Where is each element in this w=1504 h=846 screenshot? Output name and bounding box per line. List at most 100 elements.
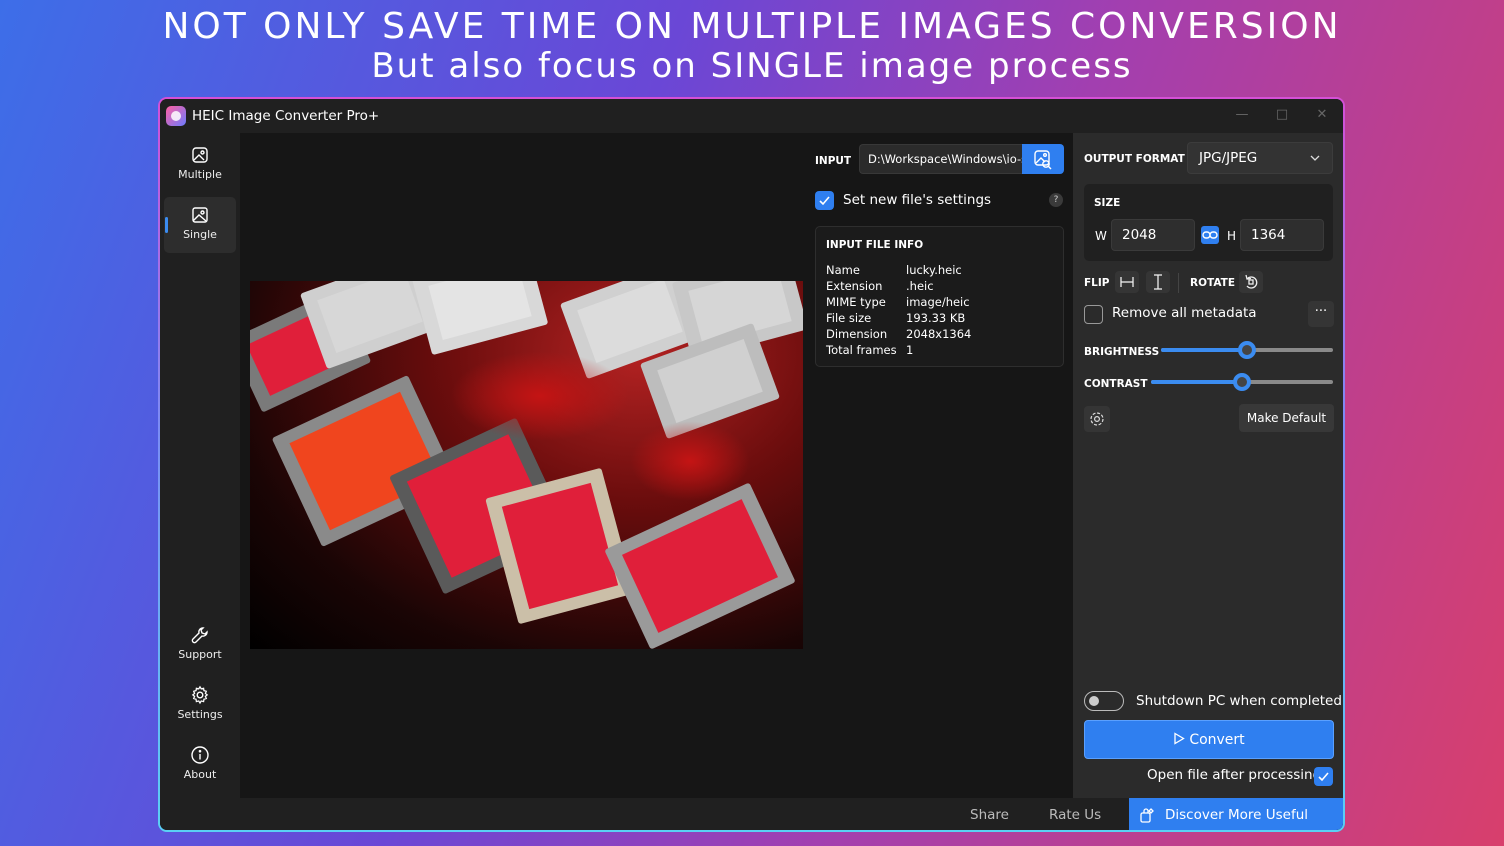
width-input[interactable]: 2048 bbox=[1111, 219, 1195, 251]
active-indicator bbox=[165, 217, 168, 233]
file-info-key: Name bbox=[826, 263, 860, 277]
link-icon bbox=[1202, 231, 1218, 239]
aspect-lock-button[interactable] bbox=[1201, 226, 1219, 244]
brightness-slider-fill bbox=[1161, 348, 1247, 352]
close-button[interactable]: ✕ bbox=[1302, 104, 1342, 126]
apps-icon bbox=[1140, 808, 1154, 823]
window-title: HEIC Image Converter Pro+ bbox=[192, 108, 380, 124]
open-after-checkbox[interactable] bbox=[1314, 767, 1333, 786]
convert-label: Convert bbox=[1189, 732, 1245, 748]
brightness-slider[interactable] bbox=[1161, 341, 1333, 359]
file-info-value: 1 bbox=[906, 343, 914, 357]
wrench-icon bbox=[191, 627, 208, 644]
nav-item-about[interactable]: About bbox=[164, 737, 236, 793]
make-default-button[interactable]: Make Default bbox=[1239, 404, 1334, 432]
toolbar-divider bbox=[1178, 273, 1179, 293]
nav-label: Single bbox=[183, 228, 217, 241]
contrast-slider[interactable] bbox=[1151, 373, 1333, 391]
photo-card bbox=[604, 482, 796, 649]
nav-item-multiple[interactable]: Multiple bbox=[164, 137, 236, 193]
promo-headline: NOT ONLY SAVE TIME ON MULTIPLE IMAGES CO… bbox=[162, 6, 1342, 47]
photo-card bbox=[411, 281, 549, 356]
minimize-icon: — bbox=[1235, 107, 1249, 122]
browse-button[interactable] bbox=[1022, 144, 1064, 174]
more-options-button[interactable]: ··· bbox=[1308, 301, 1334, 327]
nav-label: Support bbox=[178, 648, 222, 661]
app-window: HEIC Image Converter Pro+ — □ ✕ Multiple… bbox=[158, 97, 1345, 832]
file-info-row: Dimension 2048x1364 bbox=[826, 327, 971, 341]
flip-horizontal-button[interactable] bbox=[1115, 271, 1139, 293]
height-label: H bbox=[1227, 229, 1237, 243]
input-pane: INPUT D:\Workspace\Windows\io-st Set new… bbox=[803, 133, 1073, 798]
rate-us-link[interactable]: Rate Us bbox=[1049, 807, 1101, 823]
file-info-key: Dimension bbox=[826, 327, 888, 341]
nav-item-settings[interactable]: Settings bbox=[164, 677, 236, 733]
discover-label: Discover More Useful Apps bbox=[1165, 807, 1309, 823]
check-icon bbox=[1318, 772, 1329, 782]
file-info-value: lucky.heic bbox=[906, 263, 962, 277]
images-icon bbox=[192, 147, 208, 163]
shutdown-label: Shutdown PC when completed bbox=[1136, 693, 1342, 709]
output-format-select[interactable]: JPG/JPEG bbox=[1187, 142, 1333, 174]
set-settings-checkbox[interactable] bbox=[815, 191, 834, 210]
check-icon bbox=[819, 196, 830, 206]
file-info-value: 193.33 KB bbox=[906, 311, 966, 325]
brightness-slider-thumb[interactable] bbox=[1238, 341, 1256, 359]
file-info-title: INPUT FILE INFO bbox=[826, 239, 924, 251]
file-info-key: Extension bbox=[826, 279, 883, 293]
nav-item-single[interactable]: Single bbox=[164, 197, 236, 253]
footer-bar: Share Rate Us Discover More Useful Apps bbox=[160, 798, 1343, 830]
flip-label: FLIP bbox=[1084, 277, 1110, 289]
help-icon[interactable]: ? bbox=[1049, 193, 1063, 207]
open-after-label: Open file after processing bbox=[1147, 767, 1322, 783]
output-format-value: JPG/JPEG bbox=[1199, 150, 1258, 166]
nav-label: Multiple bbox=[178, 168, 222, 181]
chevron-down-icon bbox=[1310, 155, 1320, 161]
maximize-button[interactable]: □ bbox=[1262, 104, 1302, 126]
file-info-key: MIME type bbox=[826, 295, 886, 309]
input-label: INPUT bbox=[815, 155, 852, 167]
output-format-label: OUTPUT FORMAT bbox=[1084, 153, 1185, 165]
title-bar[interactable]: HEIC Image Converter Pro+ — □ ✕ bbox=[160, 99, 1343, 133]
remove-metadata-checkbox[interactable] bbox=[1084, 305, 1103, 324]
close-icon: ✕ bbox=[1316, 107, 1328, 122]
share-link[interactable]: Share bbox=[970, 807, 1009, 823]
app-logo-icon bbox=[166, 106, 186, 126]
gear-icon bbox=[191, 685, 209, 705]
image-preview-pane bbox=[240, 133, 803, 798]
browse-image-icon bbox=[1034, 150, 1052, 170]
height-input[interactable]: 1364 bbox=[1240, 219, 1324, 251]
input-file-info-panel: INPUT FILE INFO Name lucky.heic Extension… bbox=[815, 226, 1064, 367]
set-settings-label: Set new file's settings bbox=[843, 192, 992, 208]
contrast-label: CONTRAST bbox=[1084, 378, 1148, 390]
size-label: SIZE bbox=[1094, 197, 1121, 209]
rotate-button[interactable] bbox=[1239, 271, 1263, 293]
discover-apps-button[interactable]: Discover More Useful Apps bbox=[1129, 798, 1343, 830]
contrast-slider-thumb[interactable] bbox=[1233, 373, 1251, 391]
file-info-row: File size 193.33 KB bbox=[826, 311, 965, 325]
flip-vertical-button[interactable] bbox=[1146, 271, 1170, 293]
file-info-row: Total frames 1 bbox=[826, 343, 913, 357]
shutdown-toggle[interactable] bbox=[1084, 691, 1124, 711]
remove-metadata-label: Remove all metadata bbox=[1112, 305, 1257, 321]
contrast-slider-fill bbox=[1151, 380, 1242, 384]
flip-vertical-icon bbox=[1154, 274, 1162, 290]
tassel-shape bbox=[450, 351, 630, 441]
width-label: W bbox=[1095, 229, 1107, 243]
convert-button[interactable]: Convert bbox=[1084, 720, 1334, 759]
app-window-inner: HEIC Image Converter Pro+ — □ ✕ Multiple… bbox=[160, 99, 1343, 830]
image-icon bbox=[192, 207, 208, 223]
sidebar: Multiple Single Support Settings About bbox=[160, 133, 240, 798]
advanced-settings-button[interactable] bbox=[1084, 406, 1110, 432]
minimize-button[interactable]: — bbox=[1222, 104, 1262, 126]
file-info-row: Name lucky.heic bbox=[826, 263, 962, 277]
rotate-icon bbox=[1245, 274, 1258, 289]
nav-label: Settings bbox=[177, 708, 223, 721]
input-path-field[interactable]: D:\Workspace\Windows\io-st bbox=[859, 144, 1022, 174]
brightness-label: BRIGHTNESS bbox=[1084, 346, 1160, 358]
nav-item-support[interactable]: Support bbox=[164, 617, 236, 673]
output-settings-pane: OUTPUT FORMAT JPG/JPEG SIZE W 2048 H 136… bbox=[1073, 133, 1343, 798]
image-preview bbox=[250, 281, 803, 649]
promo-subheadline: But also focus on SINGLE image process bbox=[371, 46, 1133, 86]
maximize-icon: □ bbox=[1275, 107, 1289, 122]
